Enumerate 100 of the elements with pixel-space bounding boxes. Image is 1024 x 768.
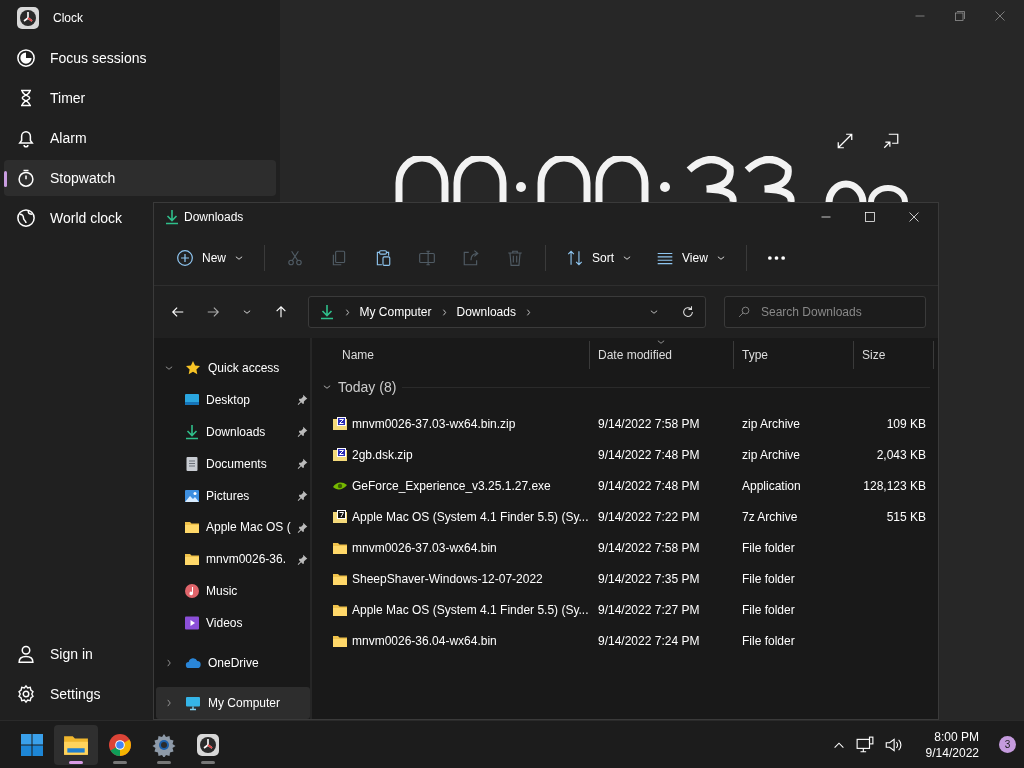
tree-item[interactable]: My Computer [156, 687, 310, 719]
file-name[interactable]: mnvm0026-37.03-wx64.bin.zip [318, 415, 516, 432]
pin-icon [297, 553, 308, 565]
table-cell-text: 9/14/2022 7:24 PM [597, 633, 701, 648]
file-name[interactable]: mnvm0026-37.03-wx64.bin [318, 539, 497, 556]
chevron-down-icon [649, 307, 659, 317]
table-cell-text: 9/14/2022 7:27 PM [597, 602, 701, 617]
tree-item[interactable]: mnvm0026-36. [156, 543, 310, 576]
document-icon [184, 455, 200, 472]
table-cell-text: 7z Archive [741, 509, 799, 524]
music-icon [184, 583, 200, 600]
person-icon [16, 644, 36, 664]
download-icon [184, 423, 200, 440]
breadcrumb[interactable]: Downloads [456, 305, 516, 319]
taskbar-date[interactable]: 9/14/2022 [925, 744, 979, 761]
forward-arrow-icon [205, 305, 220, 319]
new-button[interactable]: New [166, 241, 254, 275]
pin-icon [297, 394, 308, 406]
restore-button[interactable] [952, 8, 968, 24]
file-name[interactable]: Apple Mac OS (System 4.1 Finder 5.5) (Sy... [318, 601, 589, 618]
tree-item[interactable]: Desktop [156, 383, 310, 416]
group-header: Today (8) [338, 379, 397, 395]
table-cell-text: File folder [741, 633, 796, 648]
tree-item[interactable]: Pictures [156, 479, 310, 512]
star-icon [185, 359, 201, 376]
tree-item[interactable]: Quick access [156, 352, 310, 384]
caret-icon [234, 253, 244, 263]
sort-button[interactable]: Sort [556, 241, 643, 275]
maximize-icon [864, 211, 876, 223]
table-cell-text: zip Archive [741, 447, 802, 462]
table-cell-text: 9/14/2022 7:35 PM [597, 571, 701, 586]
file-name[interactable]: mnvm0026-36.04-wx64.bin [318, 632, 497, 649]
rename-icon [418, 249, 436, 267]
taskbar-app[interactable] [54, 724, 98, 765]
caret-icon [715, 253, 726, 263]
settings-icon [16, 684, 36, 704]
breadcrumb[interactable]: My Computer [359, 305, 432, 319]
nav-item[interactable]: Settings [4, 676, 113, 712]
file-name[interactable]: GeForce_Experience_v3.25.1.27.exe [318, 477, 551, 494]
nav-item[interactable]: Alarm [4, 120, 99, 156]
pictures-icon [184, 487, 200, 504]
tree-item[interactable]: Downloads [156, 415, 310, 448]
nav-item[interactable]: Stopwatch [4, 160, 276, 196]
table-cell-text: Application [741, 478, 802, 493]
tree-item[interactable]: Music [156, 575, 310, 608]
column-header[interactable]: Name [318, 341, 590, 369]
tree-item[interactable]: Apple Mac OS ( [156, 511, 310, 544]
caret-icon [622, 253, 633, 263]
nav-item[interactable]: Timer [4, 80, 98, 116]
table-cell-text: 9/14/2022 7:58 PM [597, 416, 701, 431]
table-cell-text: 128,123 KB [862, 478, 927, 493]
column-header[interactable]: Date modified [590, 341, 734, 369]
folder-icon [184, 551, 200, 568]
folder-icon [184, 519, 200, 536]
globe-icon [16, 208, 36, 228]
network-icon [855, 735, 874, 754]
nav-item[interactable]: Focus sessions [4, 40, 159, 76]
nav-item[interactable]: World clock [4, 200, 135, 236]
address-bar[interactable]: My Computer Downloads [307, 296, 706, 328]
table-cell-text: 9/14/2022 7:58 PM [597, 540, 701, 555]
tree-item[interactable]: OneDrive [156, 647, 310, 680]
table-cell-text: File folder [741, 540, 796, 555]
table-cell-text: 109 KB [885, 416, 927, 431]
volume-icon [883, 735, 902, 754]
close-icon [994, 10, 1006, 22]
table-cell-text: 515 KB [885, 509, 927, 524]
browser-icon [108, 732, 132, 757]
nav-item[interactable]: Sign in [4, 636, 105, 672]
expand-icon [836, 132, 854, 150]
pin-icon [297, 458, 308, 470]
pin-icon [297, 490, 308, 502]
file-name[interactable]: 2gb.dsk.zip [318, 446, 413, 463]
sort-icon [566, 249, 584, 267]
windows-logo-icon [20, 732, 44, 757]
file-name[interactable]: Apple Mac OS (System 4.1 Finder 5.5) (Sy... [318, 508, 589, 525]
focus-icon [16, 48, 36, 68]
chevron-right-icon [164, 658, 174, 669]
tree-item[interactable]: Documents [156, 447, 310, 480]
window-title: Downloads [184, 210, 245, 224]
up-arrow-icon [274, 305, 289, 319]
view-button[interactable]: View [646, 241, 736, 275]
plus-circle-icon [176, 249, 194, 267]
maximize-button[interactable] [862, 209, 878, 225]
search-field[interactable]: Search Downloads [724, 296, 926, 328]
more-icon [768, 256, 786, 260]
notification-badge[interactable]: 3 [999, 736, 1016, 753]
column-header[interactable]: Type [734, 341, 854, 369]
tree-item[interactable]: Videos [156, 607, 310, 640]
taskbar-time[interactable]: 8:00 PM [934, 728, 979, 745]
file-name[interactable]: SheepShaver-Windows-12-07-2022 [318, 570, 543, 587]
download-icon [164, 209, 180, 225]
back-arrow-icon [171, 305, 186, 319]
sort-caret-icon [656, 337, 666, 347]
search-icon [738, 306, 750, 318]
bell-icon [16, 128, 36, 148]
download-icon [318, 304, 335, 320]
share-icon [462, 249, 480, 267]
clock-icon [16, 6, 40, 30]
column-header[interactable]: Size [854, 341, 934, 369]
table-cell-text: File folder [741, 571, 796, 586]
